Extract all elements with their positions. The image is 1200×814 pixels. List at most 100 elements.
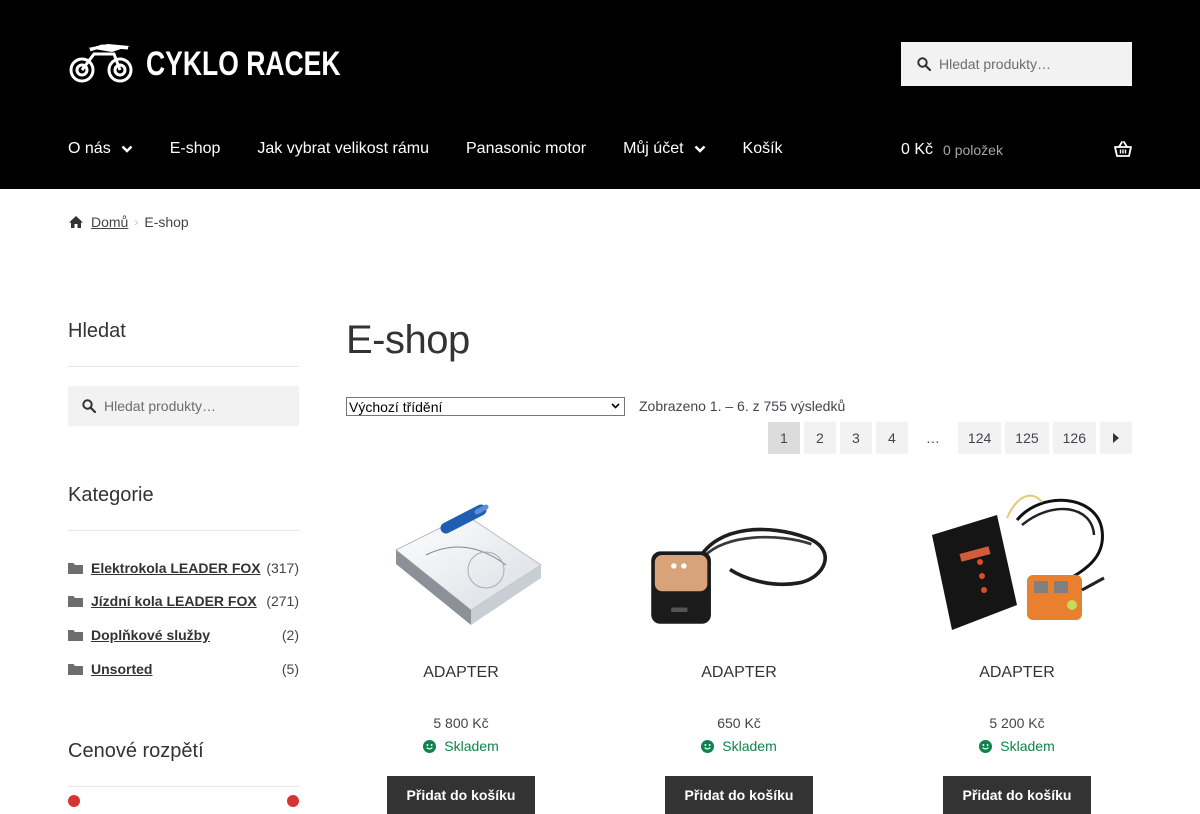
main-navigation: O nás E-shop Jak vybrat velikost rámu Pa… bbox=[68, 128, 820, 170]
site-header: CYKLO RACEK O nás E-shop Jak vybrat veli… bbox=[0, 0, 1200, 189]
stock-label: Skladem bbox=[444, 738, 499, 754]
nav-item-o-nas[interactable]: O nás bbox=[68, 140, 133, 158]
category-list: Elektrokola LEADER FOX (317) Jízdní kola… bbox=[68, 551, 299, 685]
nav-item-label: Jak vybrat velikost rámu bbox=[257, 140, 429, 157]
header-search-box[interactable] bbox=[901, 42, 1132, 86]
page-126-link[interactable]: 126 bbox=[1052, 422, 1096, 454]
cart-item-count: 0 položek bbox=[943, 142, 1003, 158]
add-to-cart-button[interactable]: Přidat do košíku bbox=[664, 776, 814, 814]
logo-text: CYKLO RACEK bbox=[146, 44, 341, 83]
page-125-link[interactable]: 125 bbox=[1005, 422, 1049, 454]
category-count: (2) bbox=[281, 626, 299, 643]
smile-icon bbox=[423, 739, 437, 753]
product-image[interactable] bbox=[922, 470, 1112, 660]
nav-item-eshop[interactable]: E-shop bbox=[170, 140, 221, 158]
sidebar: Hledat Kategorie Elektrokola LEADER FOX … bbox=[68, 320, 299, 788]
arrow-right-icon bbox=[1113, 433, 1119, 443]
stock-status: Skladem bbox=[423, 738, 499, 754]
folder-icon bbox=[68, 663, 83, 675]
category-item: Doplňkové služby (2) bbox=[68, 618, 299, 652]
stock-label: Skladem bbox=[722, 738, 777, 754]
category-item: Elektrokola LEADER FOX (317) bbox=[68, 551, 299, 585]
basket-icon bbox=[1114, 141, 1132, 157]
category-link-elektrokola[interactable]: Elektrokola LEADER FOX bbox=[91, 560, 261, 576]
category-count: (317) bbox=[266, 559, 299, 576]
nav-item-panasonic-motor[interactable]: Panasonic motor bbox=[466, 140, 586, 158]
category-link-unsorted[interactable]: Unsorted bbox=[91, 661, 152, 677]
category-link-jizdni-kola[interactable]: Jízdní kola LEADER FOX bbox=[91, 593, 257, 609]
pagination: 1 2 3 4 … 124 125 126 bbox=[764, 422, 1132, 454]
search-icon bbox=[82, 399, 96, 413]
site-logo[interactable]: CYKLO RACEK bbox=[68, 42, 395, 86]
nav-item-label: Panasonic motor bbox=[466, 140, 587, 157]
chevron-down-icon bbox=[694, 145, 705, 153]
breadcrumb-separator: › bbox=[134, 215, 139, 229]
nav-item-label: O nás bbox=[68, 140, 111, 157]
product-title[interactable]: ADAPTER bbox=[701, 664, 777, 684]
chevron-down-icon bbox=[121, 145, 133, 153]
smile-icon bbox=[701, 739, 715, 753]
stock-label: Skladem bbox=[1000, 738, 1055, 754]
category-item: Unsorted (5) bbox=[68, 652, 299, 686]
price-slider-min-handle[interactable] bbox=[68, 795, 80, 807]
product-image[interactable] bbox=[366, 470, 556, 660]
product-price: 5 800 Kč bbox=[433, 715, 489, 731]
divider bbox=[68, 366, 299, 367]
category-item: Jízdní kola LEADER FOX (271) bbox=[68, 585, 299, 619]
product-price: 650 Kč bbox=[717, 715, 761, 731]
orderby-select[interactable]: Výchozí třídění bbox=[346, 397, 625, 416]
page-124-link[interactable]: 124 bbox=[957, 422, 1002, 454]
home-icon bbox=[69, 216, 83, 228]
stock-status: Skladem bbox=[701, 738, 777, 754]
page-1-current: 1 bbox=[767, 422, 800, 454]
page-2-link[interactable]: 2 bbox=[803, 422, 836, 454]
nav-item-label: Můj účet bbox=[623, 140, 684, 157]
price-slider-max-handle[interactable] bbox=[287, 795, 299, 807]
divider bbox=[68, 530, 299, 531]
nav-item-frame-size[interactable]: Jak vybrat velikost rámu bbox=[257, 140, 429, 158]
result-count: Zobrazeno 1. – 6. z 755 výsledků bbox=[639, 398, 846, 414]
folder-icon bbox=[68, 596, 83, 608]
categories-widget-title: Kategorie bbox=[68, 484, 154, 506]
category-count: (5) bbox=[281, 660, 299, 677]
product-card: ADAPTER 650 Kč Skladem Přidat do košíku bbox=[624, 470, 854, 814]
product-price: 5 200 Kč bbox=[989, 715, 1045, 731]
breadcrumb: Domů › E-shop bbox=[68, 214, 189, 230]
breadcrumb-home-link[interactable]: Domů bbox=[91, 214, 128, 230]
breadcrumb-current: E-shop bbox=[144, 214, 189, 230]
header-search-input[interactable] bbox=[939, 56, 1109, 72]
sidebar-search-box[interactable] bbox=[68, 386, 299, 426]
product-title[interactable]: ADAPTER bbox=[423, 664, 499, 684]
search-widget-title: Hledat bbox=[68, 320, 126, 342]
chevron-down-icon bbox=[611, 403, 620, 409]
category-link-doplnkove-sluzby[interactable]: Doplňkové služby bbox=[91, 627, 210, 643]
header-cart[interactable]: 0 Kč 0 položek bbox=[901, 138, 1132, 162]
page-ellipsis: … bbox=[925, 430, 940, 446]
price-filter-title: Cenové rozpětí bbox=[68, 740, 204, 763]
add-to-cart-button[interactable]: Přidat do košíku bbox=[942, 776, 1092, 814]
folder-icon bbox=[68, 629, 83, 641]
product-grid: ADAPTER 5 800 Kč Skladem Přidat do košík… bbox=[346, 470, 1132, 814]
smile-icon bbox=[979, 739, 993, 753]
product-card: ADAPTER 5 800 Kč Skladem Přidat do košík… bbox=[346, 470, 576, 814]
page-3-link[interactable]: 3 bbox=[839, 422, 872, 454]
nav-item-label: E-shop bbox=[169, 140, 221, 157]
search-icon bbox=[917, 57, 931, 71]
nav-item-label: Košík bbox=[742, 140, 783, 157]
next-page-button[interactable] bbox=[1100, 422, 1132, 454]
add-to-cart-button[interactable]: Přidat do košíku bbox=[386, 776, 536, 814]
product-image[interactable] bbox=[644, 470, 834, 660]
sidebar-search-input[interactable] bbox=[104, 398, 284, 414]
page-4-link[interactable]: 4 bbox=[875, 422, 908, 454]
page-title: E-shop bbox=[346, 318, 470, 362]
bike-logo-icon bbox=[69, 44, 133, 83]
cart-amount: 0 Kč bbox=[901, 141, 934, 158]
divider bbox=[68, 786, 299, 788]
nav-item-cart[interactable]: Košík bbox=[743, 140, 783, 158]
stock-status: Skladem bbox=[979, 738, 1055, 754]
nav-item-my-account[interactable]: Můj účet bbox=[623, 140, 705, 158]
folder-icon bbox=[68, 562, 83, 574]
product-card: ADAPTER 5 200 Kč Skladem Přidat do košík… bbox=[902, 470, 1132, 814]
product-title[interactable]: ADAPTER bbox=[979, 664, 1055, 684]
category-count: (271) bbox=[266, 593, 299, 610]
